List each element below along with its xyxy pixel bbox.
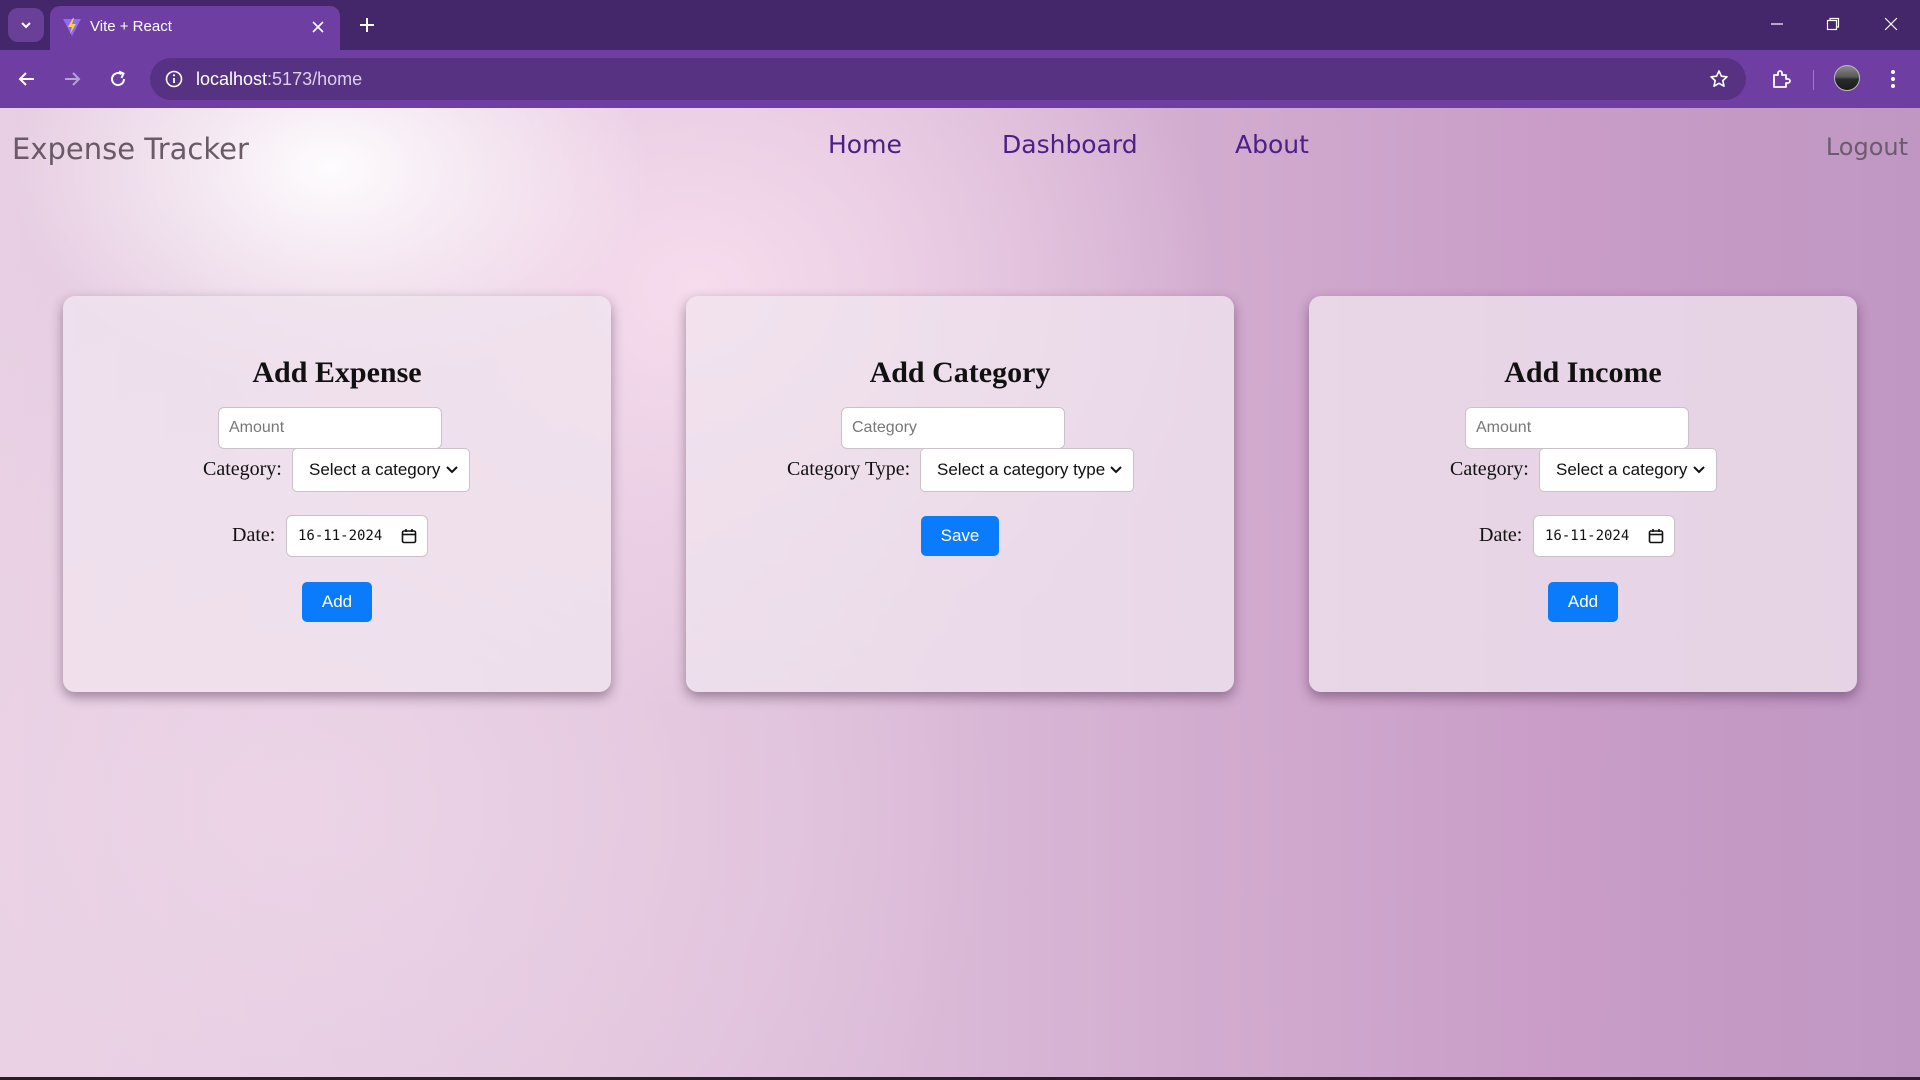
expense-date-label: Date: (232, 524, 276, 546)
expense-date-input[interactable]: 16-11-2024 (286, 515, 428, 557)
nav-link-dashboard[interactable]: Dashboard (1002, 130, 1138, 159)
arrow-left-icon (18, 72, 34, 86)
category-type-label: Category Type: (787, 458, 911, 480)
bookmark-button[interactable] (1706, 66, 1732, 92)
back-button[interactable] (10, 62, 44, 96)
brand-title: Expense Tracker (12, 132, 249, 166)
income-category-select[interactable]: Select a category (1539, 448, 1717, 492)
add-expense-card: Add Expense Category: Select a category … (63, 296, 611, 692)
restore-icon (1826, 17, 1840, 31)
page-viewport: Expense Tracker Home Dashboard About Log… (0, 108, 1920, 1080)
restore-button[interactable] (1810, 4, 1856, 44)
new-tab-button[interactable] (352, 10, 382, 40)
income-amount-input[interactable] (1465, 407, 1689, 449)
expense-category-value: Select a category (309, 460, 441, 479)
site-info-button[interactable] (162, 67, 186, 91)
expense-date-value: 16-11-2024 (298, 528, 383, 544)
expense-amount-input[interactable] (218, 407, 442, 449)
minimize-button[interactable] (1754, 4, 1800, 44)
nav-link-about[interactable]: About (1235, 130, 1309, 159)
chevron-down-icon (1107, 461, 1125, 479)
add-category-card: Add Category Category Type: Select a cat… (686, 296, 1234, 692)
expense-category-select[interactable]: Select a category (292, 448, 470, 492)
income-category-label: Category: (1450, 458, 1529, 480)
expense-category-label: Category: (203, 458, 282, 480)
browser-menu-button[interactable] (1876, 62, 1910, 96)
tab-search-button[interactable] (8, 8, 44, 42)
add-income-button[interactable]: Add (1548, 582, 1618, 622)
info-icon (165, 70, 183, 88)
add-category-title: Add Category (869, 356, 1051, 389)
logout-button[interactable]: Logout (1826, 133, 1908, 161)
star-icon (1710, 70, 1728, 87)
more-vertical-icon (1891, 70, 1895, 88)
plus-icon (360, 18, 374, 32)
income-date-input[interactable]: 16-11-2024 (1533, 515, 1675, 557)
tab-title: Vite + React (90, 18, 172, 35)
puzzle-icon (1773, 70, 1791, 88)
income-date-value: 16-11-2024 (1545, 528, 1630, 544)
chevron-down-icon (21, 22, 31, 29)
income-category-value: Select a category (1556, 460, 1688, 479)
close-window-button[interactable] (1868, 4, 1914, 44)
calendar-icon[interactable] (1648, 528, 1664, 544)
close-icon (312, 21, 324, 33)
toolbar-divider (1813, 70, 1814, 90)
close-icon (1884, 17, 1898, 31)
browser-toolbar: localhost:5173/home (0, 50, 1920, 108)
address-bar[interactable]: localhost:5173/home (150, 58, 1746, 100)
arrow-right-icon (65, 72, 81, 86)
reload-icon (111, 70, 126, 87)
url-path: :5173/home (267, 69, 363, 89)
save-category-button[interactable]: Save (921, 516, 999, 556)
minimize-icon (1771, 23, 1783, 25)
chevron-down-icon (1690, 461, 1708, 479)
reload-button[interactable] (101, 62, 135, 96)
url-host: localhost (196, 69, 268, 89)
category-type-value: Select a category type (937, 460, 1106, 479)
calendar-icon[interactable] (401, 528, 417, 544)
tab-close-button[interactable] (306, 15, 330, 39)
vite-logo-icon (63, 18, 81, 36)
chevron-down-icon (443, 461, 461, 479)
add-expense-button[interactable]: Add (302, 582, 372, 622)
category-type-select[interactable]: Select a category type (920, 448, 1134, 492)
forward-button[interactable] (55, 62, 89, 96)
browser-tab-bar: Vite + React (0, 0, 1920, 50)
nav-link-home[interactable]: Home (828, 130, 902, 159)
add-income-title: Add Income (1504, 356, 1662, 389)
profile-avatar[interactable] (1834, 65, 1860, 91)
extensions-button[interactable] (1764, 62, 1798, 96)
add-income-card: Add Income Category: Select a category D… (1309, 296, 1857, 692)
income-date-label: Date: (1479, 524, 1523, 546)
url-text: localhost:5173/home (196, 69, 362, 90)
add-expense-title: Add Expense (252, 356, 422, 389)
category-name-input[interactable] (841, 407, 1065, 449)
browser-tab[interactable]: Vite + React (50, 6, 340, 50)
